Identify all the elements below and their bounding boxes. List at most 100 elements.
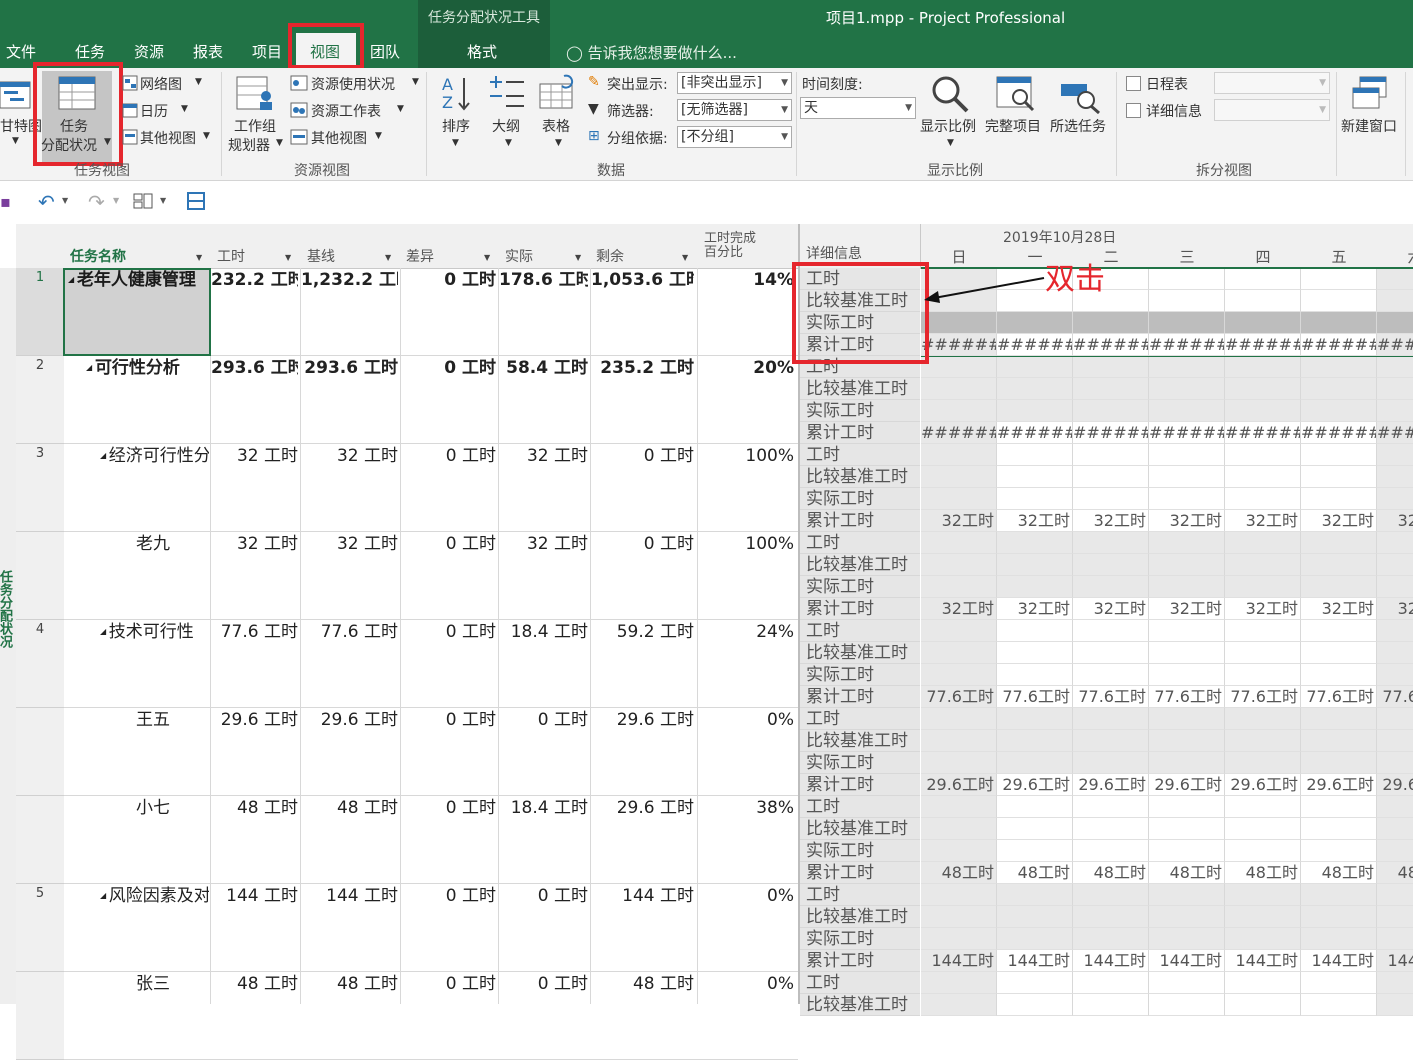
timescale-cell[interactable]: 32工时 <box>921 598 997 620</box>
timescale-cell[interactable] <box>1377 972 1413 994</box>
timescale-cell[interactable] <box>1377 488 1413 510</box>
variance-cell[interactable]: 0 工时 <box>401 445 496 467</box>
timescale-cell[interactable]: ####### <box>921 334 997 356</box>
tab-resource[interactable]: 资源 <box>134 41 164 62</box>
timescale-cell[interactable] <box>1301 268 1377 290</box>
timescale-cell[interactable] <box>1225 312 1301 334</box>
timescale-cell[interactable] <box>1149 664 1225 686</box>
col-header-percent-work[interactable]: 工时完成 百分比 <box>704 232 756 260</box>
timescale-cell[interactable] <box>1225 796 1301 818</box>
timescale-cell[interactable] <box>1301 356 1377 378</box>
baseline-cell[interactable]: 77.6 工时 <box>301 621 398 643</box>
timescale-cell[interactable] <box>1225 642 1301 664</box>
timescale-cell[interactable] <box>1301 972 1377 994</box>
baseline-cell[interactable]: 144 工时 <box>301 885 398 907</box>
remaining-cell[interactable]: 29.6 工时 <box>591 709 694 731</box>
baseline-cell[interactable]: 1,232.2 工时 <box>301 269 398 291</box>
timescale-cell[interactable] <box>997 664 1073 686</box>
entire-project-button[interactable]: 完整项目 <box>985 116 1041 136</box>
pct-cell[interactable]: 20% <box>697 357 794 379</box>
timescale-cell[interactable] <box>1149 488 1225 510</box>
timescale-cell[interactable] <box>921 972 997 994</box>
timescale-cell[interactable] <box>1149 466 1225 488</box>
timescale-cell[interactable] <box>1301 818 1377 840</box>
detail-label[interactable]: 实际工时 <box>800 400 920 422</box>
detail-label[interactable]: 工时 <box>800 972 920 994</box>
timescale-cell[interactable] <box>1149 928 1225 950</box>
timescale-cell[interactable]: 77.6工时 <box>1149 686 1225 708</box>
detail-label[interactable]: 累计工时 <box>800 510 920 532</box>
timescale-cell[interactable] <box>1225 290 1301 312</box>
sort-button[interactable]: 排序 <box>442 116 470 136</box>
timescale-cell[interactable] <box>1301 752 1377 774</box>
work-cell[interactable]: 144 工时 <box>211 885 298 907</box>
timescale-cell[interactable] <box>1225 378 1301 400</box>
work-cell[interactable]: 29.6 工时 <box>211 709 298 731</box>
timescale-cell[interactable] <box>1073 708 1149 730</box>
resource-sheet-button[interactable]: 资源工作表 <box>311 101 381 121</box>
baseline-cell[interactable]: 32 工时 <box>301 533 398 555</box>
timescale-cell[interactable]: 29.6工时 <box>997 774 1073 796</box>
timescale-cell[interactable] <box>1149 752 1225 774</box>
actual-cell[interactable]: 18.4 工时 <box>499 797 588 819</box>
resource-usage-button[interactable]: 资源使用状况 <box>311 74 395 94</box>
timescale-cell[interactable] <box>1225 554 1301 576</box>
variance-cell[interactable]: 0 工时 <box>401 973 496 995</box>
timescale-cell[interactable]: ####### <box>1149 422 1225 444</box>
selected-tasks-button[interactable]: 所选任务 <box>1050 116 1106 136</box>
timescale-cell[interactable]: 32工时 <box>1301 598 1377 620</box>
timescale-cell[interactable] <box>1377 840 1413 862</box>
collapse-triangle-icon[interactable]: ◢ <box>100 627 109 636</box>
timescale-cell[interactable]: ####### <box>1301 422 1377 444</box>
timescale-cell[interactable]: 144工时 <box>1149 950 1225 972</box>
timescale-cell[interactable]: 32工时 <box>997 598 1073 620</box>
actual-cell[interactable]: 178.6 工时 <box>499 269 588 291</box>
variance-cell[interactable]: 0 工时 <box>401 269 496 291</box>
timescale-cell[interactable] <box>1149 730 1225 752</box>
actual-cell[interactable]: 58.4 工时 <box>499 357 588 379</box>
timescale-cell[interactable] <box>921 356 997 378</box>
remaining-cell[interactable]: 48 工时 <box>591 973 694 995</box>
timescale-cell[interactable] <box>1149 400 1225 422</box>
timescale-cell[interactable] <box>1149 290 1225 312</box>
baseline-cell[interactable]: 29.6 工时 <box>301 709 398 731</box>
timescale-cell[interactable]: 29.6工时 <box>1073 774 1149 796</box>
timescale-cell[interactable] <box>1301 708 1377 730</box>
timescale-cell[interactable] <box>1225 532 1301 554</box>
detail-label[interactable]: 实际工时 <box>800 488 920 510</box>
split-icon[interactable] <box>187 192 205 210</box>
group-by-select[interactable]: [不分组] ▼ <box>677 126 792 148</box>
detail-label[interactable]: 比较基准工时 <box>800 466 920 488</box>
detail-label[interactable]: 工时 <box>800 796 920 818</box>
timescale-cell[interactable]: 48工时 <box>1225 862 1301 884</box>
timescale-cell[interactable] <box>1301 378 1377 400</box>
selected-cell[interactable] <box>63 268 211 356</box>
timescale-cell[interactable] <box>1301 840 1377 862</box>
timescale-cell[interactable]: 77.6工时 <box>1377 686 1413 708</box>
detail-label[interactable]: 比较基准工时 <box>800 730 920 752</box>
timescale-cell[interactable] <box>1073 972 1149 994</box>
actual-cell[interactable]: 0 工时 <box>499 973 588 995</box>
timescale-cell[interactable] <box>1149 884 1225 906</box>
col-header-work[interactable]: 工时 ▼ <box>217 246 291 266</box>
row-id[interactable]: 2 <box>16 356 64 444</box>
timescale-cell[interactable]: 144工时 <box>997 950 1073 972</box>
timescale-cell[interactable] <box>1073 488 1149 510</box>
save-icon[interactable]: ▪ <box>0 192 11 211</box>
outline-button[interactable]: 大纲 <box>492 116 520 136</box>
detail-label[interactable]: 比较基准工时 <box>800 994 920 1016</box>
timescale-cell[interactable] <box>1149 312 1225 334</box>
detail-label[interactable]: 工时 <box>800 620 920 642</box>
detail-label[interactable]: 工时 <box>800 532 920 554</box>
details-select[interactable]: ▼ <box>1214 99 1330 121</box>
timescale-cell[interactable] <box>921 576 997 598</box>
col-header-actual[interactable]: 实际 ▼ <box>505 246 581 266</box>
timescale-cell[interactable]: 144工时 <box>921 950 997 972</box>
col-header-task-name[interactable]: 任务名称 ▼ <box>70 246 202 266</box>
timescale-cell[interactable] <box>1073 884 1149 906</box>
timescale-cell[interactable] <box>1225 818 1301 840</box>
timescale-cell[interactable] <box>921 400 997 422</box>
timescale-cell[interactable]: ####### <box>1225 422 1301 444</box>
timescale-cell[interactable]: ####### <box>921 422 997 444</box>
timescale-cell[interactable] <box>1377 884 1413 906</box>
